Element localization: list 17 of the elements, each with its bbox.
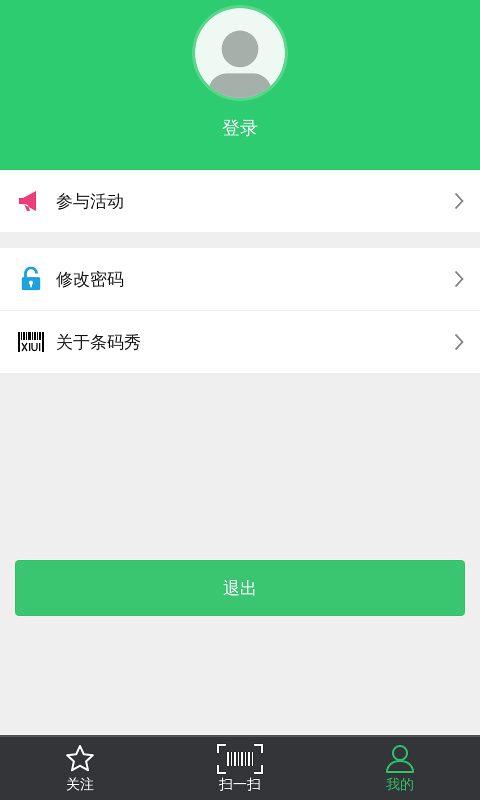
menu-item[interactable]: 修改密码 <box>0 248 480 310</box>
menu-label: 修改密码 <box>56 268 125 290</box>
barcode-scan-icon <box>217 744 263 774</box>
star-icon <box>65 744 95 774</box>
chevron-right-icon <box>454 333 464 351</box>
menu-item[interactable]: 参与活动 <box>0 170 480 232</box>
chevron-right-icon <box>454 192 464 210</box>
person-icon <box>385 744 415 774</box>
tab[interactable]: 扫一扫 <box>160 737 320 800</box>
tab[interactable]: 关注 <box>0 737 160 800</box>
barcode-icon <box>18 330 44 354</box>
menu-label: 参与活动 <box>56 190 125 212</box>
menu-item[interactable]: 关于条码秀 <box>0 310 480 373</box>
menu-label: 关于条码秀 <box>56 332 142 354</box>
tab[interactable]: 我的 <box>320 737 480 800</box>
chevron-right-icon <box>454 270 464 288</box>
avatar-icon[interactable] <box>191 4 289 102</box>
